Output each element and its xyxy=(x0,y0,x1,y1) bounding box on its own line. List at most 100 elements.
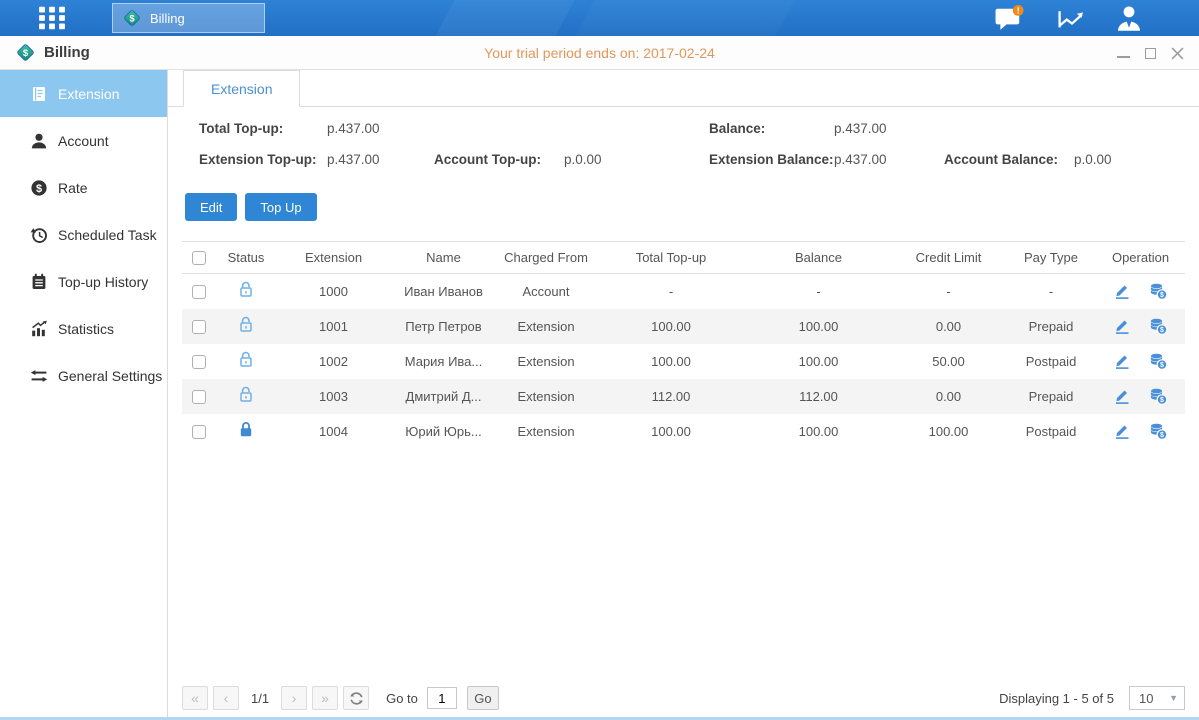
cell-pay-type: Prepaid xyxy=(1006,379,1096,414)
pencil-icon xyxy=(1113,282,1131,300)
cell-charged-from: Extension xyxy=(496,379,596,414)
tab-extension[interactable]: Extension xyxy=(183,70,300,107)
app-grid-button[interactable] xyxy=(34,5,70,31)
coins-icon: $ xyxy=(1149,352,1168,371)
select-all-checkbox[interactable] xyxy=(192,251,206,265)
lock-open-icon[interactable] xyxy=(238,316,254,333)
edit-button[interactable]: Edit xyxy=(185,193,237,221)
billing-diamond-icon: $ xyxy=(15,42,36,63)
page-size-value: 10 xyxy=(1139,691,1153,706)
sidebar-item-rate[interactable]: $ Rate xyxy=(0,164,167,211)
table-row: 1002 Мария Ива... Extension 100.00 100.0… xyxy=(182,344,1185,379)
messages-button[interactable]: ! xyxy=(993,5,1025,38)
maximize-icon xyxy=(1145,48,1156,59)
cell-charged-from: Account xyxy=(496,274,596,309)
svg-text:$: $ xyxy=(129,13,134,23)
page-size-select[interactable]: 10 ▼ xyxy=(1129,686,1185,710)
cell-name: Иван Иванов xyxy=(391,274,496,309)
cell-credit-limit: - xyxy=(891,274,1006,309)
billing-diamond-icon: $ xyxy=(122,8,142,28)
window-titlebar: $ Billing Your trial period ends on: 201… xyxy=(0,36,1199,70)
top-up-row-button[interactable]: $ xyxy=(1149,387,1168,406)
sidebar-item-label: Statistics xyxy=(58,321,114,337)
goto-page-input[interactable] xyxy=(427,687,457,709)
table-row: 1003 Дмитрий Д... Extension 112.00 112.0… xyxy=(182,379,1185,414)
next-page-button[interactable]: › xyxy=(281,686,307,710)
user-menu-button[interactable] xyxy=(1114,5,1144,37)
cell-credit-limit: 100.00 xyxy=(891,414,1006,449)
cell-extension: 1000 xyxy=(276,274,391,309)
edit-row-button[interactable] xyxy=(1113,352,1131,370)
pencil-icon xyxy=(1113,422,1131,440)
svg-text:$: $ xyxy=(36,183,42,195)
table-row: 1001 Петр Петров Extension 100.00 100.00… xyxy=(182,309,1185,344)
cell-total-topup: 100.00 xyxy=(596,344,746,379)
lock-open-icon[interactable] xyxy=(238,386,254,403)
refresh-icon xyxy=(349,691,364,706)
row-checkbox[interactable] xyxy=(192,390,206,404)
sidebar-item-account[interactable]: Account xyxy=(0,117,167,164)
sidebar-item-topup-history[interactable]: Top-up History xyxy=(0,258,167,305)
lock-open-icon[interactable] xyxy=(238,351,254,368)
edit-row-button[interactable] xyxy=(1113,317,1131,335)
cell-balance: - xyxy=(746,274,891,309)
svg-text:!: ! xyxy=(1017,5,1020,15)
cell-total-topup: 112.00 xyxy=(596,379,746,414)
top-up-row-button[interactable]: $ xyxy=(1149,317,1168,336)
column-header-operation: Operation xyxy=(1096,242,1185,274)
top-up-row-button[interactable]: $ xyxy=(1149,422,1168,441)
lock-closed-icon[interactable] xyxy=(238,421,254,438)
displaying-count: Displaying 1 - 5 of 5 xyxy=(999,691,1114,706)
sidebar-item-general-settings[interactable]: General Settings xyxy=(0,352,167,399)
sidebar-item-statistics[interactable]: Statistics xyxy=(0,305,167,352)
message-icon: ! xyxy=(993,5,1025,33)
sidebar-item-label: General Settings xyxy=(58,368,162,384)
column-header-charged-from: Charged From xyxy=(496,242,596,274)
minimize-icon xyxy=(1117,56,1130,58)
taskbar-billing-app[interactable]: $ Billing xyxy=(112,3,265,33)
top-up-row-button[interactable]: $ xyxy=(1149,352,1168,371)
extension-topup-value: p.437.00 xyxy=(327,152,380,167)
coins-icon: $ xyxy=(1149,422,1168,441)
top-up-button[interactable]: Top Up xyxy=(245,193,316,221)
sidebar-item-extension[interactable]: Extension xyxy=(0,70,167,117)
cell-pay-type: Postpaid xyxy=(1006,414,1096,449)
sidebar-item-label: Extension xyxy=(58,86,119,102)
row-checkbox[interactable] xyxy=(192,425,206,439)
extension-topup-label: Extension Top-up: xyxy=(199,152,317,167)
cell-name: Дмитрий Д... xyxy=(391,379,496,414)
sidebar-item-label: Top-up History xyxy=(58,274,148,290)
go-button[interactable]: Go xyxy=(467,686,499,710)
edit-row-button[interactable] xyxy=(1113,387,1131,405)
minimize-button[interactable] xyxy=(1116,46,1131,61)
balance-value: p.437.00 xyxy=(834,121,887,136)
refresh-button[interactable] xyxy=(343,686,369,710)
row-checkbox[interactable] xyxy=(192,355,206,369)
maximize-button[interactable] xyxy=(1143,46,1158,61)
column-header-name: Name xyxy=(391,242,496,274)
column-header-pay-type: Pay Type xyxy=(1006,242,1096,274)
cell-extension: 1001 xyxy=(276,309,391,344)
lock-open-icon[interactable] xyxy=(238,281,254,298)
extensions-table: Status Extension Name Charged From Total… xyxy=(182,241,1185,449)
extension-balance-value: p.437.00 xyxy=(834,152,887,167)
table-row: 1000 Иван Иванов Account - - - - xyxy=(182,274,1185,309)
last-page-button[interactable]: » xyxy=(312,686,338,710)
statistics-icon xyxy=(30,320,48,338)
first-page-button[interactable]: « xyxy=(182,686,208,710)
total-topup-value: p.437.00 xyxy=(327,121,380,136)
edit-row-button[interactable] xyxy=(1113,422,1131,440)
close-button[interactable] xyxy=(1170,46,1185,61)
row-checkbox[interactable] xyxy=(192,285,206,299)
monitor-button[interactable] xyxy=(1055,7,1087,36)
top-up-row-button[interactable]: $ xyxy=(1149,282,1168,301)
edit-row-button[interactable] xyxy=(1113,282,1131,300)
cell-pay-type: Postpaid xyxy=(1006,344,1096,379)
cell-name: Петр Петров xyxy=(391,309,496,344)
account-icon xyxy=(30,132,48,150)
row-checkbox[interactable] xyxy=(192,320,206,334)
cell-credit-limit: 0.00 xyxy=(891,309,1006,344)
prev-page-button[interactable]: ‹ xyxy=(213,686,239,710)
sidebar-item-scheduled-task[interactable]: Scheduled Task xyxy=(0,211,167,258)
topbar-facet-decoration xyxy=(435,0,574,36)
